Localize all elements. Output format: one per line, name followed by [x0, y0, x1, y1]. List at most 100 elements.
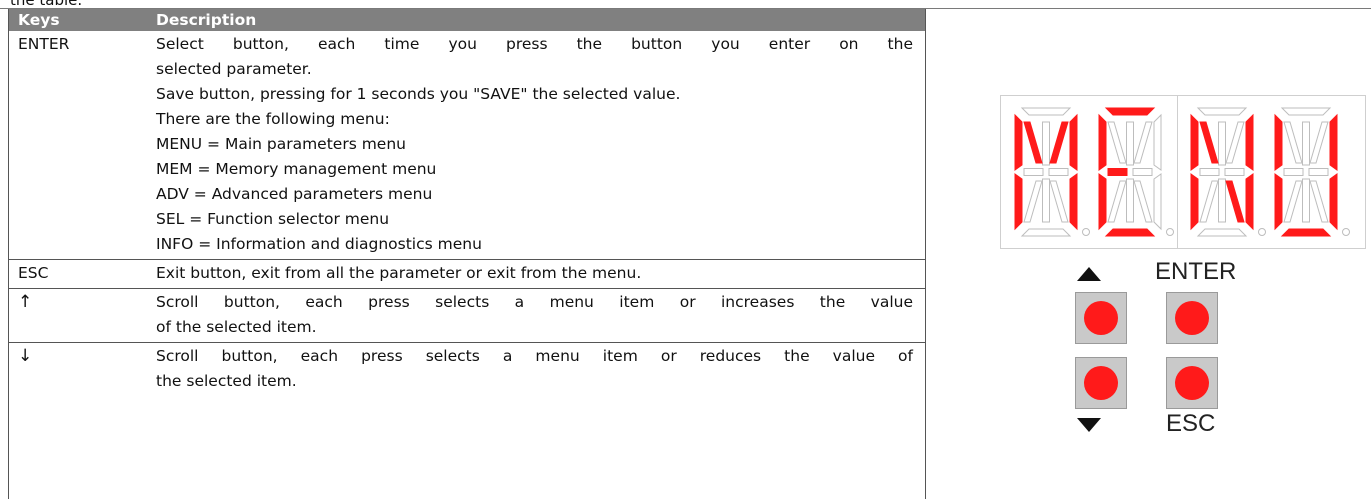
decimal-point-3	[1258, 228, 1266, 236]
segment-4-c	[1329, 173, 1338, 231]
segment-1-g1	[1023, 168, 1044, 176]
segment-4-e	[1274, 173, 1283, 231]
segment-1-l	[1042, 178, 1050, 223]
segment-2-e	[1098, 173, 1107, 231]
esc-button-led	[1175, 366, 1209, 400]
segment-1-j	[1049, 121, 1069, 164]
key-cell-enter: ENTER	[8, 31, 146, 260]
description-cell-esc: Exit button, exit from all the parameter…	[146, 259, 925, 289]
segment-1-e	[1014, 173, 1023, 231]
segment-2-d	[1104, 228, 1156, 237]
description-line: INFO = Information and diagnostics menu	[156, 235, 482, 253]
segment-2-l	[1126, 178, 1134, 223]
description-line: the selected item.	[156, 372, 297, 390]
up-button[interactable]	[1075, 292, 1127, 344]
segment-1-d	[1020, 228, 1072, 237]
segment-2-f	[1098, 113, 1107, 171]
description-line: Select button, each time you press the b…	[156, 35, 913, 53]
segment-3-e	[1190, 173, 1199, 231]
esc-button[interactable]	[1166, 357, 1218, 409]
description-line: Scroll button, each press selects a menu…	[156, 347, 913, 365]
segment-3-i	[1218, 121, 1226, 166]
segment-2-m	[1133, 180, 1153, 223]
description-cell-down: Scroll button, each press selects a menu…	[146, 343, 925, 397]
key-cell-up: ↑	[8, 288, 146, 343]
segment-2-g1	[1107, 168, 1128, 176]
segment-3-f	[1190, 113, 1199, 171]
segment-4-h	[1283, 121, 1303, 164]
key-cell-esc: ESC	[8, 259, 146, 289]
segment-3-b	[1245, 113, 1254, 171]
segment-1-h	[1023, 121, 1043, 164]
segment-3-k	[1199, 180, 1219, 223]
segment-3-l	[1218, 178, 1226, 223]
description-line: There are the following menu:	[156, 110, 390, 128]
header-description: Description	[146, 9, 925, 31]
description-line: Scroll button, each press selects a menu…	[156, 293, 913, 311]
segment-1-f	[1014, 113, 1023, 171]
decimal-point-1	[1082, 228, 1090, 236]
keys-table: Keys Description ENTER Select button, ea…	[8, 9, 925, 396]
segment-2-b	[1153, 113, 1162, 171]
segment-1-g2	[1048, 168, 1069, 176]
down-button-led	[1084, 366, 1118, 400]
table-row: ↑ Scroll button, each press selects a me…	[8, 288, 925, 343]
key-cell-down: ↓	[18, 346, 33, 366]
description-cell-enter: Select button, each time you press the b…	[146, 31, 925, 260]
segment-2-h	[1107, 121, 1127, 164]
segment-display	[1000, 95, 1366, 249]
table-row: ↓ Scroll button, each press selects a me…	[8, 343, 925, 397]
decimal-point-2	[1166, 228, 1174, 236]
table-frame-left	[8, 9, 9, 499]
segment-2-k	[1107, 180, 1127, 223]
description-cell-up: Scroll button, each press selects a menu…	[146, 288, 925, 343]
description-line: MENU = Main parameters menu	[156, 135, 406, 153]
segment-4-j	[1309, 121, 1329, 164]
table-header-row: Keys Description	[8, 9, 925, 31]
decimal-point-4	[1342, 228, 1350, 236]
description-line: Save button, pressing for 1 seconds you …	[156, 85, 681, 103]
segment-1-m	[1049, 180, 1069, 223]
down-triangle-icon	[1077, 418, 1101, 432]
header-keys: Keys	[8, 9, 146, 31]
display-segments	[1014, 107, 1350, 237]
description-line: selected parameter.	[156, 60, 312, 78]
segment-2-c	[1153, 173, 1162, 231]
up-button-led	[1084, 301, 1118, 335]
esc-label: ESC	[1166, 410, 1216, 437]
up-triangle-icon	[1077, 267, 1101, 281]
segment-3-j	[1225, 121, 1245, 164]
segment-3-d	[1196, 228, 1248, 237]
segment-4-g1	[1283, 168, 1304, 176]
segment-1-b	[1069, 113, 1078, 171]
enter-button-led	[1175, 301, 1209, 335]
segment-4-k	[1283, 180, 1303, 223]
table-row: ENTER Select button, each time you press…	[8, 31, 925, 260]
segment-3-c	[1245, 173, 1254, 231]
segment-4-b	[1329, 113, 1338, 171]
enter-button[interactable]	[1166, 292, 1218, 344]
segment-3-a	[1196, 107, 1248, 116]
enter-label: ENTER	[1155, 258, 1237, 285]
segment-1-k	[1023, 180, 1043, 223]
description-line: SEL = Function selector menu	[156, 210, 390, 228]
segment-3-g2	[1224, 168, 1245, 176]
segment-4-g2	[1308, 168, 1329, 176]
segment-4-f	[1274, 113, 1283, 171]
segment-2-j	[1133, 121, 1153, 164]
segment-4-d	[1280, 228, 1332, 237]
description-line: MEM = Memory management menu	[156, 160, 437, 178]
segment-1-c	[1069, 173, 1078, 231]
table-row: ESC Exit button, exit from all the param…	[8, 259, 925, 289]
segment-3-h	[1199, 121, 1219, 164]
segment-4-a	[1280, 107, 1332, 116]
down-button[interactable]	[1075, 357, 1127, 409]
segment-4-m	[1309, 180, 1329, 223]
table-frame-right	[925, 9, 926, 499]
segment-3-m	[1225, 180, 1245, 223]
segment-4-l	[1302, 178, 1310, 223]
segment-2-i	[1126, 121, 1134, 166]
segment-2-g2	[1132, 168, 1153, 176]
segment-1-i	[1042, 121, 1050, 166]
segment-3-g1	[1199, 168, 1220, 176]
